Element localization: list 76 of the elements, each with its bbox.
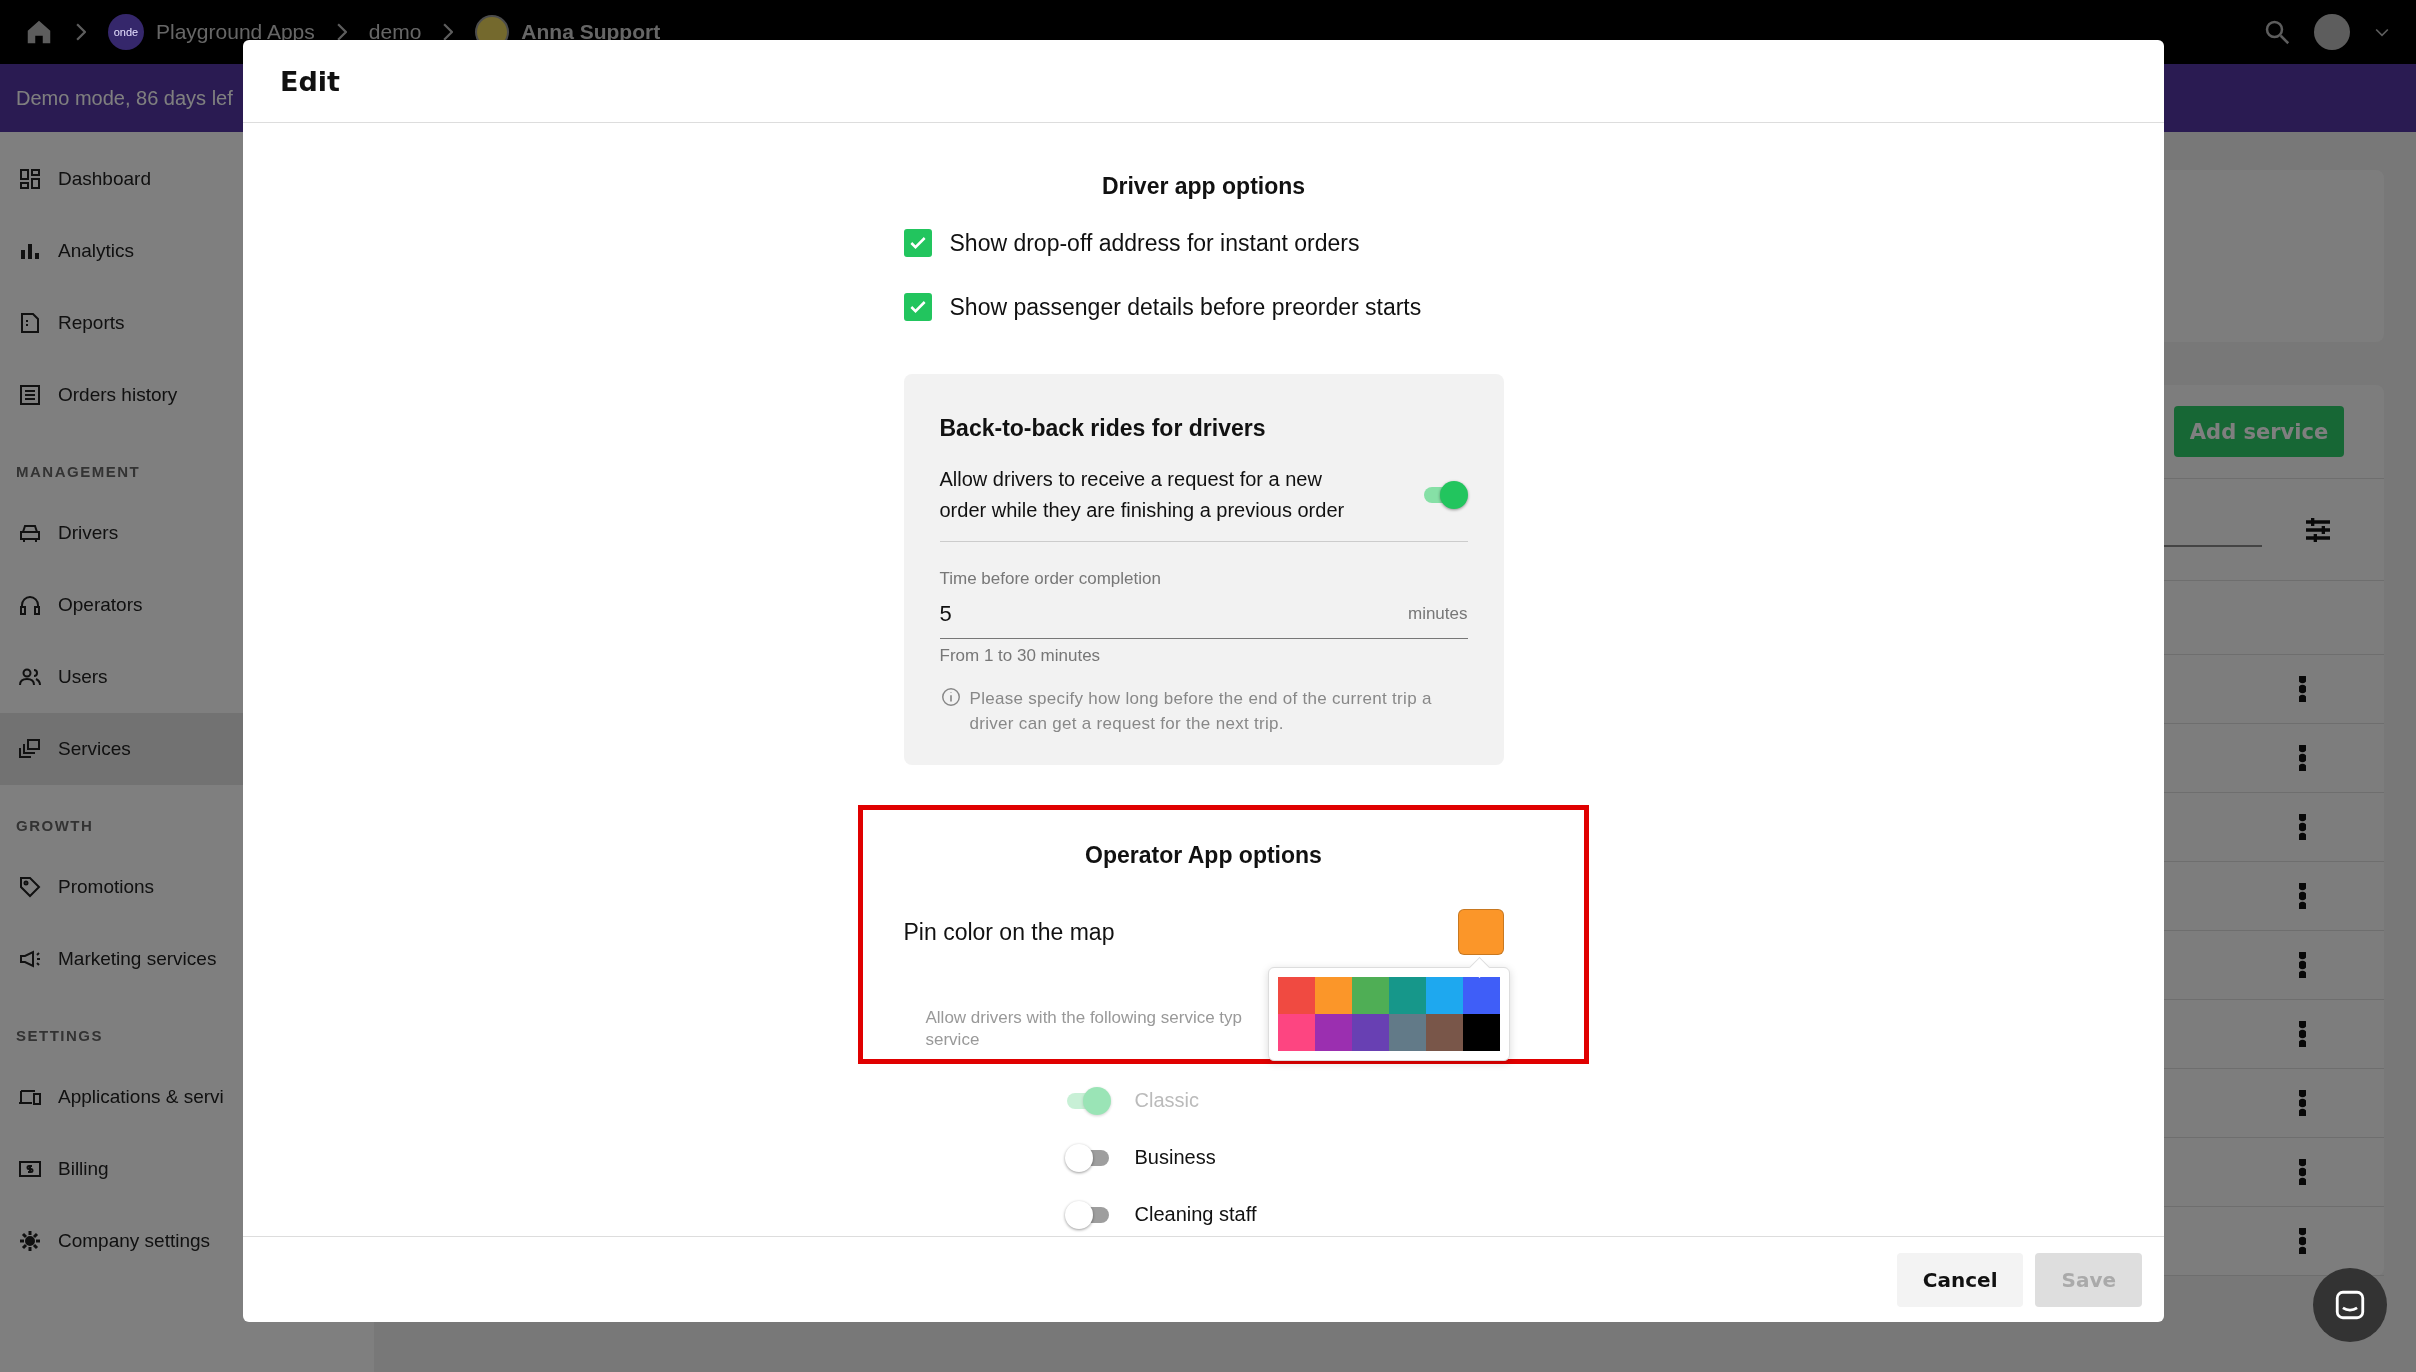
more-icon bbox=[2299, 952, 2306, 978]
sidebar-item[interactable]: Operators bbox=[0, 569, 374, 641]
section-title: Operator App options bbox=[1084, 842, 1323, 868]
dashboard-icon bbox=[18, 167, 42, 191]
checkbox-label: Show drop-off address for instant orders bbox=[949, 229, 1360, 257]
headset-icon bbox=[18, 593, 42, 617]
field-label: Time before order completion bbox=[939, 569, 1162, 589]
color-swatch[interactable] bbox=[1351, 977, 1389, 1014]
color-swatch[interactable] bbox=[1425, 977, 1463, 1014]
color-swatch[interactable] bbox=[1277, 977, 1315, 1014]
toggle-label: Allow drivers to receive a request for a new order while they are finishing a previous order bbox=[939, 467, 1346, 523]
more-icon bbox=[2299, 1090, 2306, 1116]
breadcrumb-link[interactable]: Anna Support bbox=[521, 20, 661, 44]
list-icon bbox=[18, 383, 42, 407]
color-picker-button[interactable] bbox=[1457, 909, 1504, 955]
sidebar-item[interactable]: Applications & servi bbox=[0, 1061, 374, 1133]
sidebar-item[interactable]: Billing bbox=[0, 1133, 374, 1205]
dialog-title: Edit bbox=[280, 65, 340, 97]
more-icon bbox=[2299, 1159, 2306, 1185]
tag-icon bbox=[18, 875, 42, 899]
section-heading: SETTINGS bbox=[15, 1026, 104, 1046]
windows-icon bbox=[18, 737, 42, 761]
color-swatch[interactable] bbox=[1277, 1014, 1315, 1051]
color-swatch[interactable] bbox=[1314, 1014, 1352, 1051]
sidebar-item[interactable]: Drivers bbox=[0, 497, 374, 569]
gear-icon bbox=[18, 1229, 42, 1253]
number-field[interactable]: 5 bbox=[939, 600, 1408, 628]
info-icon bbox=[939, 686, 962, 708]
chevron-right-icon bbox=[76, 23, 86, 41]
chevron-right-icon bbox=[443, 23, 454, 41]
color-swatch[interactable] bbox=[1462, 977, 1500, 1014]
checkbox[interactable] bbox=[903, 229, 932, 257]
user-avatar[interactable] bbox=[2314, 14, 2350, 50]
color-swatch[interactable] bbox=[1314, 977, 1352, 1014]
chevron-right-icon bbox=[336, 23, 347, 41]
more-icon bbox=[2299, 1021, 2306, 1047]
sidebar-item[interactable]: Marketing services bbox=[0, 923, 374, 995]
color-swatch[interactable] bbox=[1388, 977, 1426, 1014]
sidebar-item[interactable]: Users bbox=[0, 641, 374, 713]
more-icon bbox=[2299, 676, 2306, 702]
info-note: Please specify how long before the end of the current trip a driver can get a request for the next trip. bbox=[969, 688, 1433, 735]
banner-text: Demo mode, 86 days lef bbox=[16, 86, 233, 110]
more-icon bbox=[2299, 1228, 2306, 1254]
checkbox[interactable] bbox=[903, 293, 932, 321]
more-icon bbox=[2299, 883, 2306, 909]
unit-label: minutes bbox=[1407, 604, 1468, 624]
hint-text: Allow drivers with the following service typ service bbox=[925, 1007, 1242, 1051]
checkbox-label: Show passenger details before preorder starts bbox=[949, 293, 1422, 321]
more-icon bbox=[2299, 745, 2306, 771]
breadcrumb-link[interactable]: demo bbox=[368, 20, 422, 44]
card-title: Back-to-back rides for drivers bbox=[939, 414, 1267, 442]
section-title: Driver app options bbox=[1100, 173, 1307, 199]
color-swatch[interactable] bbox=[1351, 1014, 1389, 1051]
toggle-label: Cleaning staff bbox=[1134, 1203, 1257, 1226]
pin-color-label: Pin color on the map bbox=[903, 918, 1115, 946]
sidebar-item[interactable]: Company settings bbox=[0, 1205, 374, 1277]
toggle-switch[interactable] bbox=[1064, 1143, 1111, 1172]
section-heading: MANAGEMENT bbox=[15, 462, 142, 482]
sidebar-item[interactable]: Orders history bbox=[0, 359, 374, 431]
color-swatch[interactable] bbox=[1462, 1014, 1500, 1051]
sidebar-item[interactable]: Analytics bbox=[0, 215, 374, 287]
sidebar-item[interactable]: Dashboard bbox=[0, 143, 374, 215]
toggle-switch[interactable] bbox=[1064, 1200, 1111, 1229]
toggle-label: Classic bbox=[1134, 1089, 1199, 1112]
chat-icon bbox=[2333, 1288, 2367, 1322]
sidebar-item[interactable]: Reports bbox=[0, 287, 374, 359]
color-swatch[interactable] bbox=[1425, 1014, 1463, 1051]
helper-text: From 1 to 30 minutes bbox=[939, 646, 1102, 666]
sidebar-item[interactable]: Promotions bbox=[0, 851, 374, 923]
cancel-button[interactable]: Cancel bbox=[1896, 1252, 2024, 1307]
document-icon bbox=[18, 311, 42, 335]
logo: onde bbox=[108, 14, 144, 50]
section-heading: GROWTH bbox=[15, 816, 95, 836]
toggle-label: Business bbox=[1134, 1146, 1216, 1169]
color-swatch[interactable] bbox=[1388, 1014, 1426, 1051]
more-icon bbox=[2299, 814, 2306, 840]
